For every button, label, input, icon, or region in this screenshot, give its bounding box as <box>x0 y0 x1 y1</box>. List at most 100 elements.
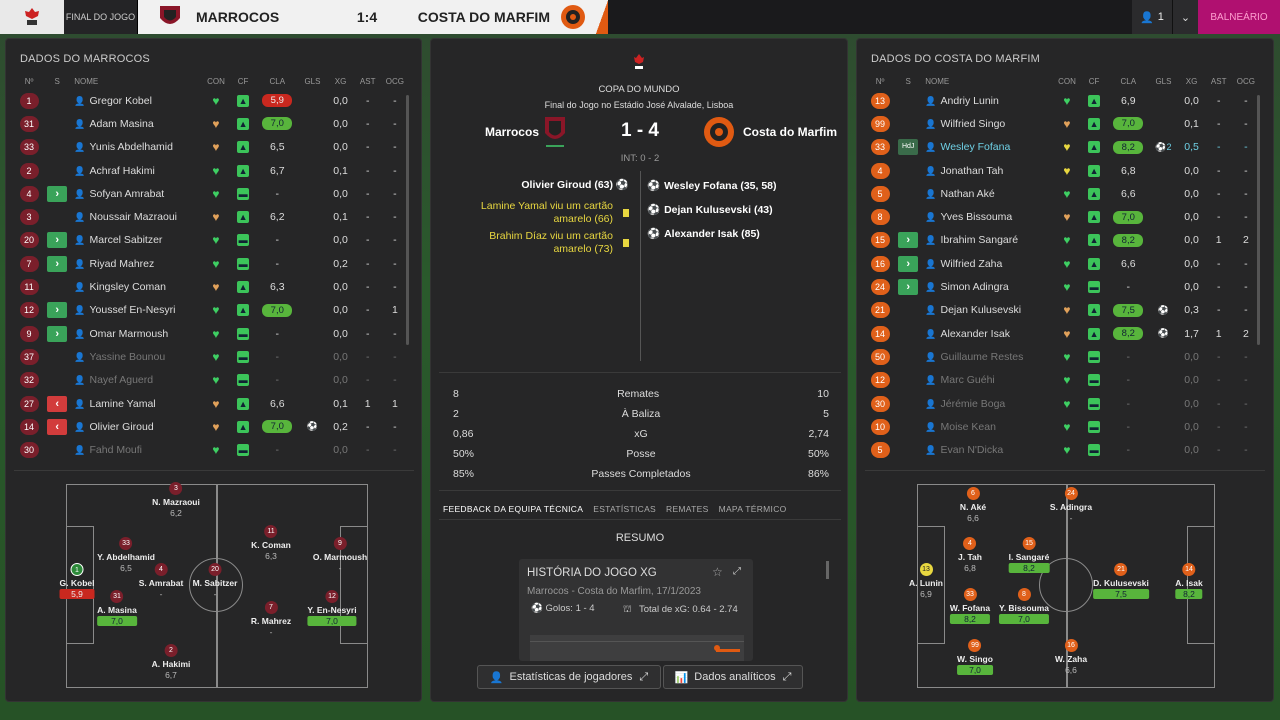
table-row[interactable]: 3 👤 Noussair Mazraoui ♥ ▲ 6,2 0,1 - - <box>14 205 410 228</box>
pitch-player[interactable]: 11 K. Coman 6,3 <box>251 525 291 561</box>
xg-story-card[interactable]: HISTÓRIA DO JOGO XG ☆ ⤢ Marrocos - Costa… <box>519 559 829 661</box>
pitch-player[interactable]: 99 W. Singo 7,0 <box>957 639 993 675</box>
player-name[interactable]: Moise Kean <box>940 421 995 433</box>
player-name[interactable]: Olivier Giroud <box>89 421 153 433</box>
player-name[interactable]: Wilfried Singo <box>940 118 1005 130</box>
table-row[interactable]: 50 👤 Guillaume Restes ♥ ▬ - 0,0 - - <box>865 345 1261 368</box>
column-header[interactable]: OCG <box>1231 73 1261 89</box>
scrollbar[interactable] <box>406 95 409 345</box>
column-header[interactable]: CLA <box>255 73 299 89</box>
expand-icon[interactable]: ⤢ <box>733 566 741 577</box>
pitch-player[interactable]: 15 I. Sangaré 8,2 <box>1008 537 1050 573</box>
table-row[interactable]: 24 › 👤 Simon Adingra ♥ ▬ - 0,0 - - <box>865 275 1261 298</box>
table-row[interactable]: 14 👤 Alexander Isak ♥ ▲ 8,2 ⚽ 1,7 1 2 <box>865 322 1261 345</box>
player-name[interactable]: Simon Adingra <box>940 281 1008 293</box>
table-row[interactable]: 13 👤 Andriy Lunin ♥ ▲ 6,9 0,0 - - <box>865 89 1261 112</box>
tab-shots[interactable]: REMATES <box>666 504 709 514</box>
player-name[interactable]: Omar Marmoush <box>89 328 168 340</box>
table-row[interactable]: 15 › 👤 Ibrahim Sangaré ♥ ▲ 8,2 0,0 1 2 <box>865 229 1261 252</box>
pitch-player[interactable]: 4 J. Tah 6,8 <box>958 537 982 573</box>
player-name[interactable]: Jérémie Boga <box>940 398 1005 410</box>
user-count[interactable]: 👤 1 <box>1132 0 1172 34</box>
player-name[interactable]: Wilfried Zaha <box>940 258 1002 270</box>
table-row[interactable]: 8 👤 Yves Bissouma ♥ ▲ 7,0 0,0 - - <box>865 205 1261 228</box>
table-row[interactable]: 30 👤 Jérémie Boga ♥ ▬ - 0,0 - - <box>865 392 1261 415</box>
table-row[interactable]: 31 👤 Adam Masina ♥ ▲ 7,0 0,0 - - <box>14 112 410 135</box>
star-icon[interactable]: ☆ <box>712 565 723 579</box>
column-header[interactable]: XG <box>326 73 356 89</box>
player-name[interactable]: Noussair Mazraoui <box>89 211 177 223</box>
player-name[interactable]: Nayef Aguerd <box>89 374 153 386</box>
table-row[interactable]: 12 👤 Marc Guéhi ♥ ▬ - 0,0 - - <box>865 369 1261 392</box>
player-stats-button[interactable]: 👤 Estatísticas de jogadores ⤢ <box>477 665 661 689</box>
player-name[interactable]: Gregor Kobel <box>89 95 151 107</box>
player-name[interactable]: Wesley Fofana <box>940 141 1010 153</box>
pitch-player[interactable]: 3 N. Mazraoui 6,2 <box>152 482 200 518</box>
table-row[interactable]: 99 👤 Wilfried Singo ♥ ▲ 7,0 0,1 - - <box>865 112 1261 135</box>
table-row[interactable]: 11 👤 Kingsley Coman ♥ ▲ 6,3 0,0 - - <box>14 275 410 298</box>
player-name[interactable]: Guillaume Restes <box>940 351 1023 363</box>
table-row[interactable]: 12 › 👤 Youssef En-Nesyri ♥ ▲ 7,0 0,0 - 1 <box>14 299 410 322</box>
pitch-player[interactable]: 21 D. Kulusevski 7,5 <box>1093 563 1149 599</box>
player-name[interactable]: Yunis Abdelhamid <box>89 141 172 153</box>
tab-feedback[interactable]: FEEDBACK DA EQUIPA TÉCNICA <box>443 504 583 514</box>
player-name[interactable]: Andriy Lunin <box>940 95 998 107</box>
player-name[interactable]: Fahd Moufi <box>89 444 142 456</box>
column-header[interactable]: CON <box>201 73 231 89</box>
table-row[interactable]: 5 👤 Evan N'Dicka ♥ ▬ - 0,0 - - <box>865 438 1261 461</box>
column-header[interactable]: XG <box>1177 73 1207 89</box>
table-row[interactable]: 1 👤 Gregor Kobel ♥ ▲ 5,9 0,0 - - <box>14 89 410 112</box>
table-row[interactable]: 5 👤 Nathan Aké ♥ ▲ 6,6 0,0 - - <box>865 182 1261 205</box>
column-header[interactable]: NOME <box>70 73 201 89</box>
player-name[interactable]: Adam Masina <box>89 118 153 130</box>
table-row[interactable]: 27 ‹ 👤 Lamine Yamal ♥ ▲ 6,6 0,1 1 1 <box>14 392 410 415</box>
pitch-player[interactable]: 1 G. Kobel 5,9 <box>59 563 95 599</box>
pitch-player[interactable]: 8 Y. Bissouma 7,0 <box>998 588 1050 624</box>
table-row[interactable]: 30 👤 Fahd Moufi ♥ ▬ - 0,0 - - <box>14 438 410 461</box>
table-row[interactable]: 10 👤 Moise Kean ♥ ▬ - 0,0 - - <box>865 415 1261 438</box>
player-name[interactable]: Dejan Kulusevski <box>940 304 1021 316</box>
table-row[interactable]: 7 › 👤 Riyad Mahrez ♥ ▬ - 0,2 - - <box>14 252 410 275</box>
player-name[interactable]: Youssef En-Nesyri <box>89 304 175 316</box>
scrollbar[interactable] <box>826 561 829 579</box>
column-header[interactable]: AST <box>1207 73 1231 89</box>
column-header[interactable]: CLA <box>1106 73 1150 89</box>
player-name[interactable]: Sofyan Amrabat <box>89 188 164 200</box>
table-row[interactable]: 2 👤 Achraf Hakimi ♥ ▲ 6,7 0,1 - - <box>14 159 410 182</box>
pitch-player[interactable]: 4 S. Amrabat - <box>139 563 183 599</box>
pitch-player[interactable]: 31 A. Masina 7,0 <box>97 590 137 626</box>
table-row[interactable]: 9 › 👤 Omar Marmoush ♥ ▬ - 0,0 - - <box>14 322 410 345</box>
pitch-player[interactable]: 12 Y. En-Nesyri 7,0 <box>307 590 357 626</box>
table-row[interactable]: 21 👤 Dejan Kulusevski ♥ ▲ 7,5 ⚽ 0,3 - - <box>865 299 1261 322</box>
table-row[interactable]: 14 ‹ 👤 Olivier Giroud ♥ ▲ 7,0 ⚽ 0,2 - - <box>14 415 410 438</box>
analytics-button[interactable]: 📊 Dados analíticos ⤢ <box>663 665 803 689</box>
player-name[interactable]: Ibrahim Sangaré <box>940 234 1018 246</box>
table-row[interactable]: 4 👤 Jonathan Tah ♥ ▲ 6,8 0,0 - - <box>865 159 1261 182</box>
column-header[interactable]: S <box>44 73 70 89</box>
player-name[interactable]: Evan N'Dicka <box>940 444 1003 456</box>
player-name[interactable]: Marcel Sabitzer <box>89 234 162 246</box>
player-name[interactable]: Nathan Aké <box>940 188 994 200</box>
player-name[interactable]: Riyad Mahrez <box>89 258 154 270</box>
column-header[interactable]: CON <box>1052 73 1082 89</box>
pitch-player[interactable]: 33 W. Fofana 8,2 <box>949 588 991 624</box>
pitch-player[interactable]: 6 N. Aké 6,6 <box>960 487 986 523</box>
player-name[interactable]: Yves Bissouma <box>940 211 1012 223</box>
player-name[interactable]: Marc Guéhi <box>940 374 994 386</box>
tab-heatmap[interactable]: MAPA TÉRMICO <box>719 504 787 514</box>
table-row[interactable]: 4 › 👤 Sofyan Amrabat ♥ ▬ - 0,0 - - <box>14 182 410 205</box>
pitch-player[interactable]: 16 W. Zaha 6,6 <box>1055 639 1087 675</box>
table-row[interactable]: 37 👤 Yassine Bounou ♥ ▬ - 0,0 - - <box>14 345 410 368</box>
pitch-player[interactable]: 9 O. Marmoush - <box>313 537 367 573</box>
column-header[interactable]: CF <box>1082 73 1106 89</box>
table-row[interactable]: 20 › 👤 Marcel Sabitzer ♥ ▬ - 0,0 - - <box>14 229 410 252</box>
player-name[interactable]: Alexander Isak <box>940 328 1009 340</box>
column-header[interactable]: CF <box>231 73 255 89</box>
pitch-player[interactable]: 14 A. Isak 8,2 <box>1175 563 1203 599</box>
table-row[interactable]: 16 › 👤 Wilfried Zaha ♥ ▲ 6,6 0,0 - - <box>865 252 1261 275</box>
table-row[interactable]: 33 HdJ 👤 Wesley Fofana ♥ ▲ 8,2 ⚽2 0,5 - - <box>865 136 1261 159</box>
column-header[interactable]: Nº <box>14 73 44 89</box>
pitch-player[interactable]: 13 A. Lunin 6,9 <box>909 563 943 599</box>
pitch-player[interactable]: 2 A. Hakimi 6,7 <box>152 644 190 680</box>
column-header[interactable]: S <box>895 73 921 89</box>
